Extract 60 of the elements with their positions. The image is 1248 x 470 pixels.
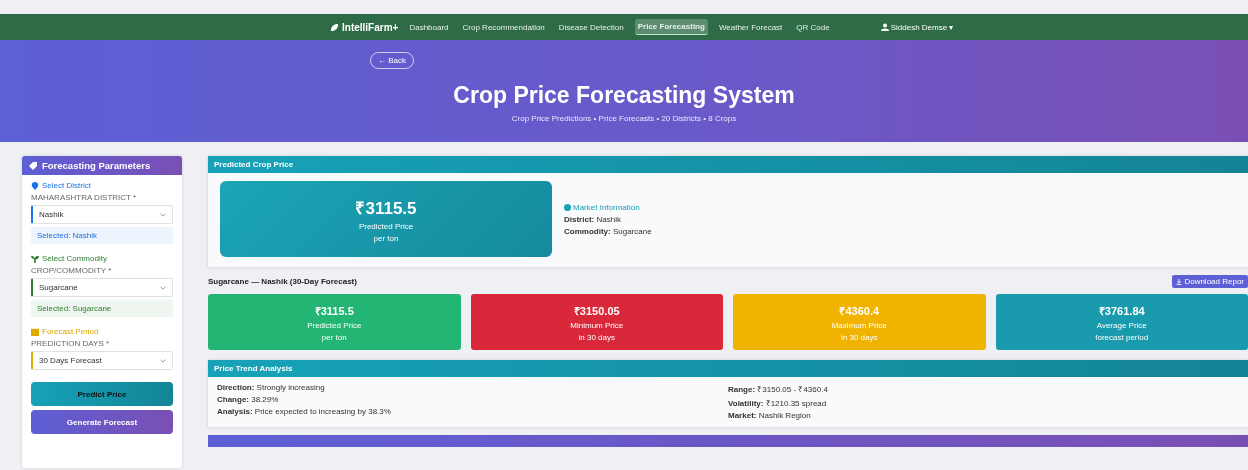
trend-text: Market: Nashik Region bbox=[728, 411, 812, 420]
panel-header: Price Trend Analysis bbox=[208, 360, 1248, 377]
tag-icon bbox=[28, 160, 38, 171]
user-icon bbox=[880, 23, 889, 31]
page-title: Crop Price Forecasting System bbox=[453, 82, 795, 109]
selection-note: Selected: Nashik bbox=[31, 227, 173, 244]
nav-link[interactable]: Price Forecasting bbox=[634, 19, 708, 35]
action-button[interactable]: Generate Forecast bbox=[31, 410, 173, 434]
stat-label: Minimum Price bbox=[570, 320, 624, 330]
page-subtitle: Crop Price Predictions • Price Forecasts • 20 Districts • 8 Crops bbox=[511, 114, 737, 123]
info-heading: Market Information bbox=[573, 202, 640, 212]
stat-note: in 30 days bbox=[578, 332, 615, 342]
section-heading: Select District bbox=[42, 181, 91, 190]
stat-value: ₹4360.4 bbox=[839, 303, 880, 318]
nav-link[interactable]: QR Code bbox=[793, 19, 833, 35]
stat-note: per ton bbox=[321, 332, 347, 342]
chevron-down-icon bbox=[160, 285, 166, 290]
stat-value: ₹3115.5 bbox=[314, 303, 354, 318]
sidebar-title: Forecasting Parameters bbox=[42, 160, 151, 171]
price-unit: per ton bbox=[373, 233, 399, 243]
nav-link[interactable]: Disease Detection bbox=[555, 19, 627, 35]
trend-text: Analysis: Price expected to increasing by 38.3% bbox=[217, 407, 392, 416]
stat-value: ₹3150.05 bbox=[573, 303, 620, 318]
field-label: MAHARASHTRA DISTRICT * bbox=[31, 193, 138, 202]
trend-text: Range: ₹3150.05 - ₹4360.4 bbox=[728, 384, 829, 394]
trend-text: Direction: Strongly increasing bbox=[217, 383, 326, 392]
chevron-down-icon bbox=[160, 212, 166, 217]
dropdown-field[interactable]: Nashik bbox=[31, 205, 173, 224]
chevron-down-icon bbox=[160, 358, 166, 363]
stat-label: Predicted Price bbox=[307, 320, 362, 330]
trend-text: Change: 38.29% bbox=[217, 395, 280, 404]
brand-logo[interactable]: IntelliFarm+ bbox=[330, 21, 399, 33]
section-heading: Select Commodity bbox=[42, 254, 107, 263]
dropdown-field[interactable]: 30 Days Forecast bbox=[31, 351, 173, 370]
price-value: ₹3115.5 bbox=[355, 197, 417, 219]
field-label: PREDICTION DAYS * bbox=[31, 339, 111, 348]
info-text: District: Nashik bbox=[564, 214, 622, 224]
leaf-icon bbox=[330, 22, 339, 32]
trend-text: Volatility: ₹1210.35 spread bbox=[728, 398, 828, 408]
action-button[interactable]: Predict Price bbox=[31, 382, 173, 406]
forecast-title: Sugarcane — Nashik (30-Day Forecast) bbox=[208, 277, 357, 286]
info-text: Commodity: Sugarcane bbox=[564, 226, 652, 236]
download-icon bbox=[1176, 278, 1183, 285]
price-label: Predicted Price bbox=[358, 221, 414, 231]
field-label: CROP/COMMODITY * bbox=[31, 266, 113, 275]
selection-note: Selected: Sugarcane bbox=[31, 300, 173, 317]
user-menu[interactable]: Siddesh Demse ▾ bbox=[880, 22, 954, 32]
nav-link[interactable]: Crop Recommendation bbox=[459, 19, 548, 35]
stat-note: forecast period bbox=[1095, 332, 1149, 342]
stat-note: in 30 days bbox=[841, 332, 878, 342]
nav-link[interactable]: Dashboard bbox=[406, 19, 452, 35]
stat-value: ₹3761.84 bbox=[1098, 303, 1145, 318]
stat-label: Average Price bbox=[1096, 320, 1147, 330]
panel-header: Predicted Crop Price bbox=[208, 156, 1248, 173]
download-button[interactable]: Download Repor bbox=[1172, 275, 1248, 288]
dropdown-field[interactable]: Sugarcane bbox=[31, 278, 173, 297]
nav-link[interactable]: Weather Forecast bbox=[715, 19, 786, 35]
stat-label: Maximum Price bbox=[831, 320, 887, 330]
section-heading: Forecast Period bbox=[42, 327, 99, 336]
info-icon bbox=[564, 203, 571, 211]
